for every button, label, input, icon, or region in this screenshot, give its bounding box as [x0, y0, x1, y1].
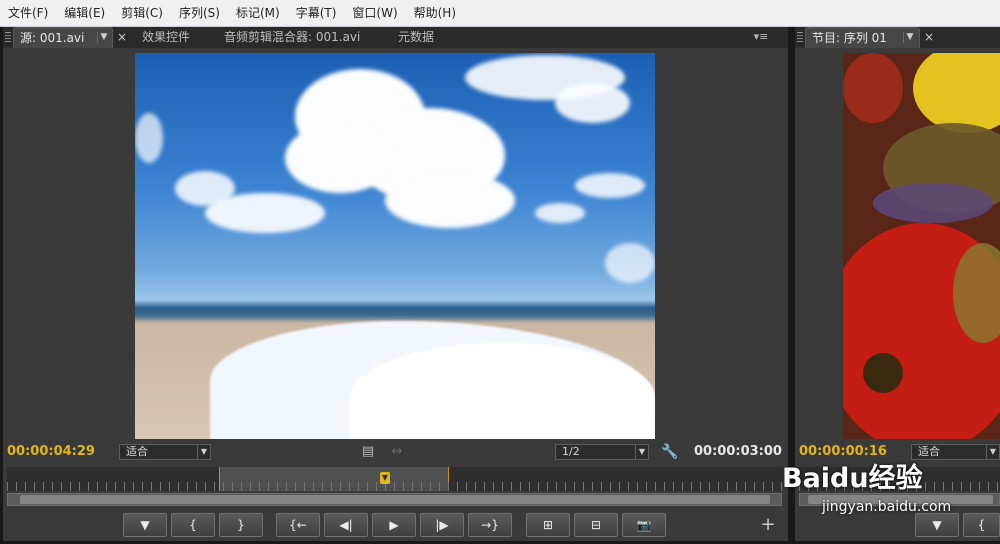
source-time-ruler[interactable]: ▼: [7, 467, 782, 491]
insert-button[interactable]: ⊞: [526, 513, 570, 537]
ruler-ticks: [799, 482, 1000, 491]
source-monitor-panel: 源: 001.avi ▼ × 效果控件 音频剪辑混合器: 001.avi 元数据…: [3, 27, 788, 541]
panel-grip-icon[interactable]: [797, 32, 803, 43]
sequence-dropdown-icon[interactable]: ▼: [903, 32, 916, 43]
overwrite-button[interactable]: ⊟: [574, 513, 618, 537]
program-tab-bar: 节目: 序列 01 ▼ ×: [795, 27, 1000, 48]
mark-in-button[interactable]: {: [171, 513, 215, 537]
menu-marker[interactable]: 标记(M): [228, 0, 288, 26]
ruler-ticks: [7, 482, 782, 491]
close-icon[interactable]: ×: [116, 27, 128, 48]
step-back-button[interactable]: ◀|: [324, 513, 368, 537]
menu-clip[interactable]: 剪辑(C): [113, 0, 171, 26]
film-icon[interactable]: ▤: [360, 444, 376, 460]
tab-metadata[interactable]: 元数据: [392, 27, 440, 48]
menu-sequence[interactable]: 序列(S): [171, 0, 228, 26]
menu-bar: 文件(F) 编辑(E) 剪辑(C) 序列(S) 标记(M) 字幕(T) 窗口(W…: [0, 0, 1000, 27]
add-marker-button[interactable]: ▼: [123, 513, 167, 537]
source-current-timecode[interactable]: 00:00:04:29: [7, 444, 95, 460]
menu-title[interactable]: 字幕(T): [288, 0, 345, 26]
program-monitor-panel: 节目: 序列 01 ▼ × 00:00:00:16 适合 ▼ ▼ {: [795, 27, 1000, 541]
tab-source-label: 源: 001.avi: [20, 31, 85, 45]
source-zoom-value: 适合: [126, 445, 148, 458]
wrench-icon[interactable]: 🔧: [661, 444, 678, 460]
program-zoom-select[interactable]: 适合 ▼: [911, 444, 1000, 460]
close-icon[interactable]: ×: [923, 27, 935, 48]
panel-grip-icon[interactable]: [5, 32, 11, 43]
resolution-value: 1/2: [562, 445, 580, 458]
program-current-timecode[interactable]: 00:00:00:16: [799, 444, 887, 460]
source-video-frame[interactable]: [135, 53, 655, 439]
source-zoom-scrollbar[interactable]: [7, 493, 782, 506]
program-time-ruler[interactable]: [799, 467, 1000, 491]
tab-audio-clip-mixer[interactable]: 音频剪辑混合器: 001.avi: [218, 27, 366, 48]
go-to-out-button[interactable]: →}: [468, 513, 512, 537]
program-zoom-value: 适合: [918, 445, 940, 458]
drag-audio-video-icon[interactable]: ↔: [389, 444, 405, 460]
tab-program-label: 节目: 序列 01: [812, 31, 887, 45]
export-frame-button[interactable]: 📷: [622, 513, 666, 537]
program-zoom-scrollbar[interactable]: [799, 493, 1000, 506]
play-button[interactable]: ▶: [372, 513, 416, 537]
add-marker-button[interactable]: ▼: [915, 513, 959, 537]
scroll-thumb[interactable]: [20, 495, 770, 504]
menu-edit[interactable]: 编辑(E): [56, 0, 113, 26]
mark-out-button[interactable]: }: [219, 513, 263, 537]
playhead-icon[interactable]: ▼: [380, 472, 390, 484]
menu-help[interactable]: 帮助(H): [406, 0, 464, 26]
scroll-thumb[interactable]: [808, 495, 993, 504]
source-tab-bar: 源: 001.avi ▼ × 效果控件 音频剪辑混合器: 001.avi 元数据…: [3, 27, 788, 48]
resolution-select[interactable]: 1/2 ▼: [555, 444, 649, 460]
panel-menu-icon[interactable]: ▾≡: [751, 29, 771, 45]
menu-file[interactable]: 文件(F): [0, 0, 56, 26]
chevron-down-icon: ▼: [196, 445, 207, 459]
chevron-down-icon: ▼: [985, 445, 996, 459]
mark-in-button[interactable]: {: [963, 513, 1000, 537]
go-to-in-button[interactable]: {←: [276, 513, 320, 537]
source-zoom-select[interactable]: 适合 ▼: [119, 444, 211, 460]
source-duration-timecode: 00:00:03:00: [694, 444, 782, 459]
tab-effect-controls[interactable]: 效果控件: [136, 27, 196, 48]
menu-window[interactable]: 窗口(W): [344, 0, 405, 26]
program-video-frame[interactable]: [843, 53, 1000, 439]
step-forward-button[interactable]: |▶: [420, 513, 464, 537]
button-editor-plus-icon[interactable]: +: [760, 516, 776, 534]
source-clip-dropdown-icon[interactable]: ▼: [97, 32, 110, 43]
chevron-down-icon: ▼: [634, 445, 645, 459]
